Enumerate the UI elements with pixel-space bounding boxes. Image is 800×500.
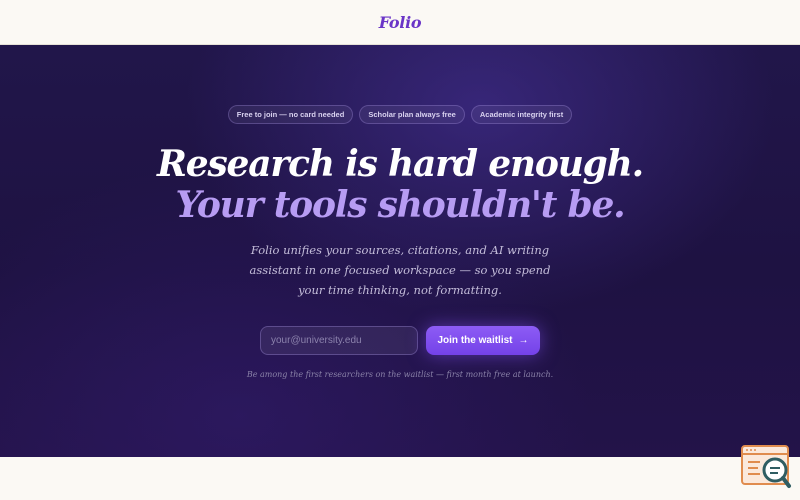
pill-scholar-plan: Scholar plan always free (359, 105, 465, 124)
hero-headline: Research is hard enough. Your tools shou… (157, 143, 644, 226)
hero-subcopy: Folio unifies your sources, citations, a… (249, 243, 551, 297)
page-search-icon (741, 445, 791, 488)
waitlist-note: Be among the first researchers on the wa… (246, 370, 554, 379)
feature-pills: Free to join — no card needed Scholar pl… (227, 105, 573, 124)
pill-academic-integrity: Academic integrity first (470, 105, 573, 124)
top-bar: Folio (0, 0, 800, 45)
join-waitlist-button[interactable]: Join the waitlist → (426, 326, 540, 355)
folio-logo[interactable]: Folio (379, 13, 422, 32)
email-input[interactable] (260, 326, 418, 355)
join-waitlist-label: Join the waitlist (437, 335, 513, 346)
headline-line-2: Your tools shouldn't be. (175, 184, 625, 226)
waitlist-form: Join the waitlist → (260, 326, 540, 355)
arrow-right-icon: → (518, 335, 529, 346)
page-search-widget[interactable] (740, 444, 792, 490)
pill-free-to-join: Free to join — no card needed (227, 105, 354, 124)
headline-line-1: Research is hard enough. (157, 143, 644, 185)
hero-section: Free to join — no card needed Scholar pl… (0, 45, 800, 457)
